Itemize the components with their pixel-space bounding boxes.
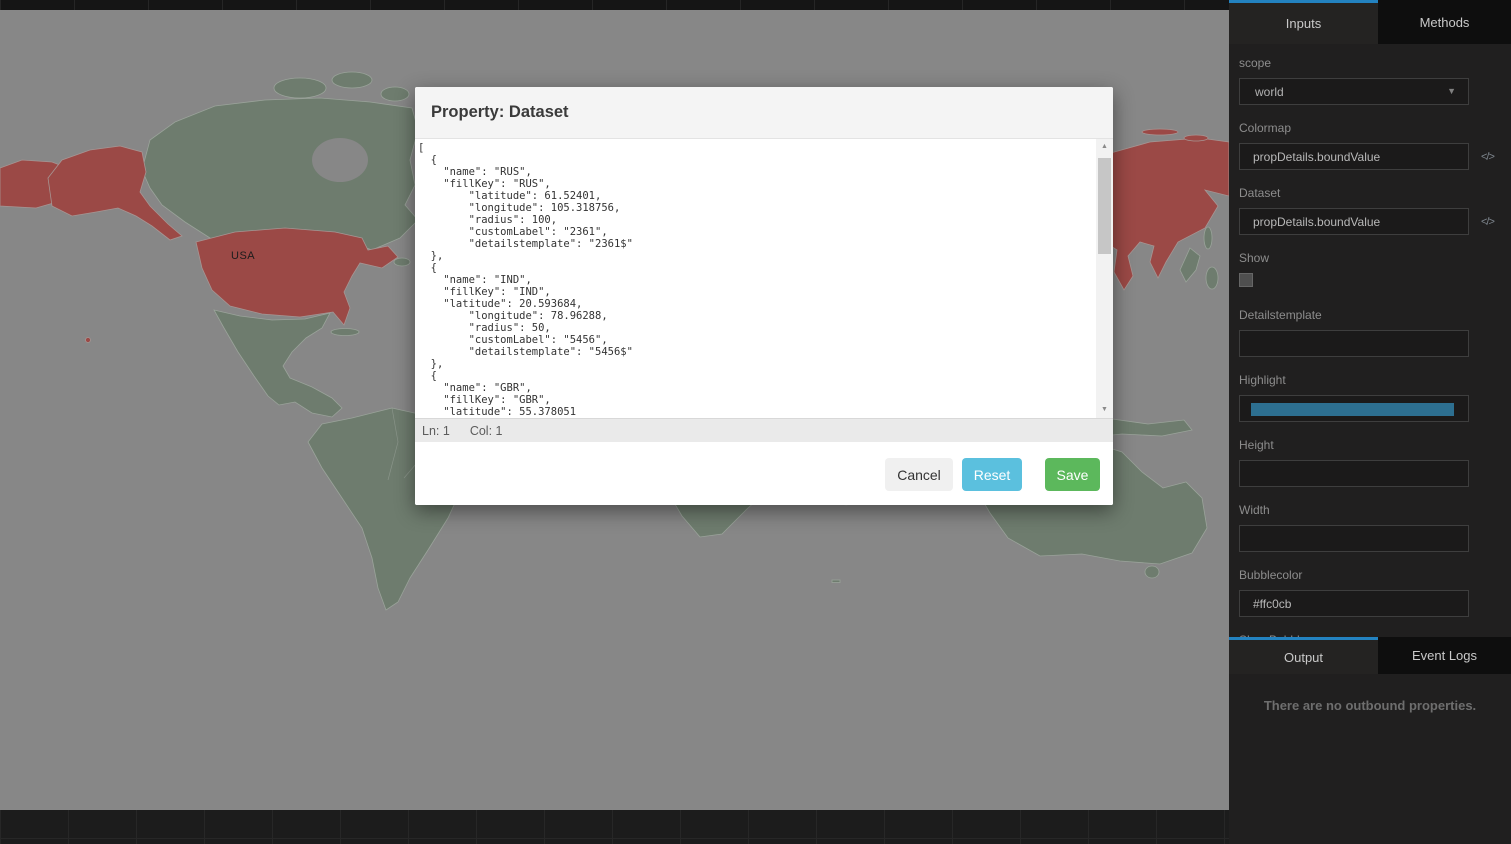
cuba[interactable] — [331, 329, 359, 336]
highlight-label: Highlight — [1239, 373, 1501, 388]
bubblecolor-label: Bubblecolor — [1239, 568, 1501, 583]
sakhalin[interactable] — [1204, 227, 1212, 249]
country-japan[interactable] — [1206, 267, 1218, 289]
design-grid-bottom — [0, 810, 1229, 844]
modal-header: Property: Dataset — [415, 87, 1113, 139]
width-label: Width — [1239, 503, 1501, 518]
code-bind-icon[interactable]: </> — [1481, 151, 1494, 163]
cursor-line-indicator: Ln: 1 — [422, 424, 450, 438]
scroll-down-icon[interactable]: ▼ — [1096, 402, 1113, 418]
bubblecolor-input[interactable] — [1239, 590, 1469, 617]
arctic-island[interactable] — [274, 78, 326, 98]
show-label: Show — [1239, 251, 1501, 266]
field-width: Width — [1239, 503, 1501, 552]
field-colormap: Colormap </> — [1239, 121, 1501, 170]
tab-event-logs[interactable]: Event Logs — [1378, 637, 1511, 674]
scroll-up-icon[interactable]: ▲ — [1096, 139, 1113, 155]
field-dataset: Dataset </> — [1239, 186, 1501, 235]
small-island — [832, 580, 840, 583]
output-panel-tabs: Output Event Logs — [1229, 637, 1511, 674]
panel-tabs: Inputs Methods — [1229, 0, 1511, 44]
no-outbound-properties-message: There are no outbound properties. — [1229, 698, 1511, 713]
cancel-button[interactable]: Cancel — [885, 458, 953, 491]
width-input[interactable] — [1239, 525, 1469, 552]
detailstemplate-input[interactable] — [1239, 330, 1469, 357]
highlight-input[interactable] — [1239, 395, 1469, 422]
modal-title: Property: Dataset — [431, 103, 569, 122]
tab-inputs[interactable]: Inputs — [1229, 0, 1378, 44]
app: USA Property: Dataset [ { "name": "RUS",… — [0, 0, 1511, 844]
arctic-island[interactable] — [381, 87, 409, 101]
panel-fields: scope world ▼ Colormap </> Dataset </> — [1229, 44, 1511, 648]
field-highlight: Highlight — [1239, 373, 1501, 422]
tasmania[interactable] — [1145, 566, 1159, 578]
field-scope: scope world ▼ — [1239, 56, 1501, 105]
dataset-label: Dataset — [1239, 186, 1501, 201]
field-bubblecolor: Bubblecolor — [1239, 568, 1501, 617]
design-grid-top — [0, 0, 1229, 10]
field-detailstemplate: Detailstemplate — [1239, 308, 1501, 357]
scope-select[interactable]: world ▼ — [1239, 78, 1469, 105]
show-checkbox[interactable] — [1239, 273, 1253, 287]
colormap-input[interactable] — [1239, 143, 1469, 170]
hawaii[interactable] — [86, 338, 91, 343]
dataset-json-textarea[interactable]: [ { "name": "RUS", "fillKey": "RUS", "la… — [415, 139, 1096, 418]
property-dataset-modal: Property: Dataset [ { "name": "RUS", "fi… — [415, 87, 1113, 505]
russia-arctic-island — [1184, 135, 1208, 141]
height-input[interactable] — [1239, 460, 1469, 487]
dataset-input[interactable] — [1239, 208, 1469, 235]
tab-output[interactable]: Output — [1229, 637, 1378, 674]
code-bind-icon[interactable]: </> — [1481, 216, 1494, 228]
field-height: Height — [1239, 438, 1501, 487]
properties-panel: Inputs Methods scope world ▼ Colormap </… — [1229, 0, 1511, 844]
detailstemplate-label: Detailstemplate — [1239, 308, 1501, 323]
hudson-bay — [312, 138, 368, 182]
code-editor: [ { "name": "RUS", "fillKey": "RUS", "la… — [415, 139, 1113, 418]
arctic-island[interactable] — [332, 72, 372, 88]
tab-methods[interactable]: Methods — [1378, 0, 1511, 44]
editor-scrollbar[interactable]: ▲ ▼ — [1096, 139, 1113, 418]
colormap-label: Colormap — [1239, 121, 1501, 136]
highlight-selection — [1251, 403, 1454, 416]
nova-scotia[interactable] — [394, 258, 410, 266]
scope-select-value: world — [1255, 85, 1284, 99]
cursor-col-indicator: Col: 1 — [470, 424, 503, 438]
modal-footer: Cancel Reset Save — [415, 442, 1113, 505]
russia-arctic-island — [1142, 129, 1178, 135]
field-show: Show — [1239, 251, 1501, 287]
scope-label: scope — [1239, 56, 1501, 71]
reset-button[interactable]: Reset — [962, 458, 1022, 491]
chevron-down-icon: ▼ — [1447, 86, 1456, 96]
output-panel: Output Event Logs There are no outbound … — [1229, 637, 1511, 844]
editor-statusbar: Ln: 1 Col: 1 — [415, 418, 1113, 442]
save-button[interactable]: Save — [1045, 458, 1100, 491]
map-label-usa: USA — [231, 250, 255, 262]
height-label: Height — [1239, 438, 1501, 453]
scrollbar-thumb[interactable] — [1098, 158, 1111, 254]
